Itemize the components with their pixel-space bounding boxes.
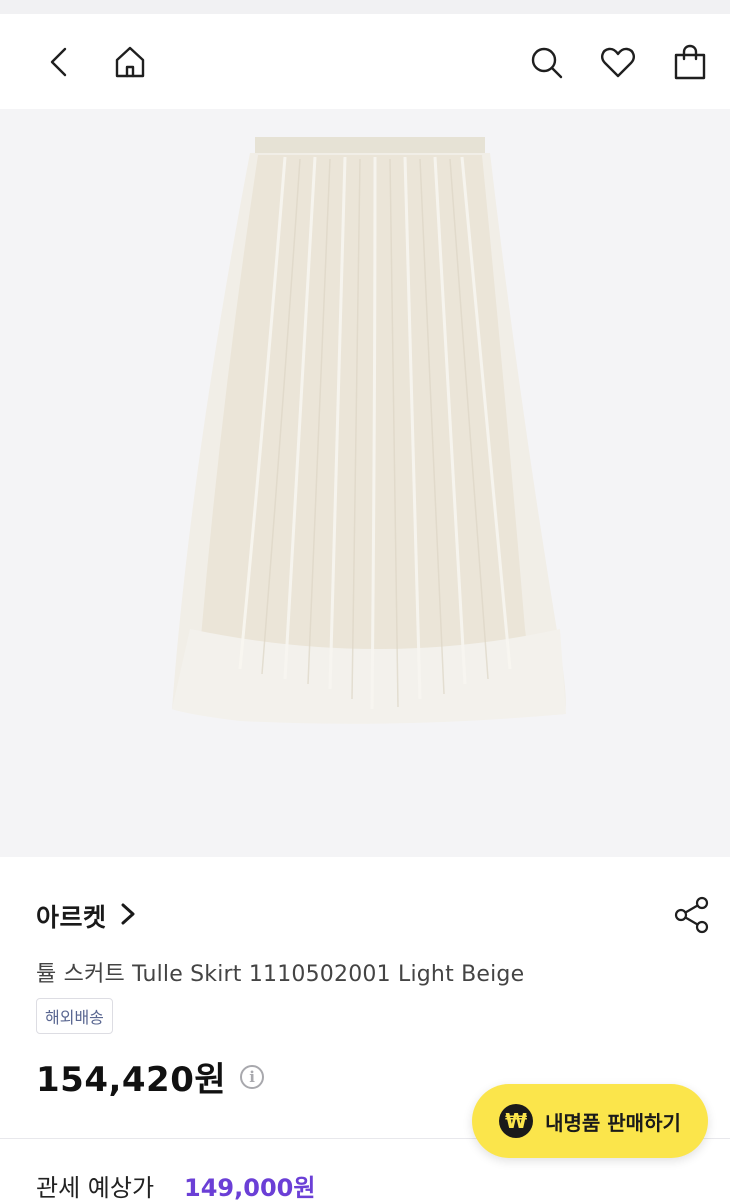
chevron-left-icon xyxy=(41,43,79,85)
share-icon xyxy=(672,896,712,939)
brand-link[interactable]: 아르켓 xyxy=(36,898,139,934)
shopping-bag-icon xyxy=(671,43,709,85)
overseas-shipping-badge: 해외배송 xyxy=(36,998,113,1034)
status-bar xyxy=(0,0,730,15)
price-row: 154,420원 i xyxy=(36,1052,265,1101)
sell-my-item-button[interactable]: ₩ 내명품 판매하기 xyxy=(472,1084,708,1158)
heart-icon xyxy=(599,43,637,85)
home-icon xyxy=(111,43,149,85)
estimated-price-label: 관세 예상가 xyxy=(36,1174,155,1202)
estimated-price-value: 149,000원 xyxy=(184,1174,316,1202)
product-image[interactable] xyxy=(0,109,730,857)
estimated-price-row: 관세 예상가 149,000원 xyxy=(36,1168,315,1203)
search-icon xyxy=(527,43,565,85)
product-price: 154,420원 xyxy=(36,1060,227,1100)
search-button[interactable] xyxy=(524,42,568,86)
product-title: 튤 스커트 Tulle Skirt 1110502001 Light Beige xyxy=(36,962,525,987)
cart-button[interactable] xyxy=(668,42,712,86)
top-navigation-bar xyxy=(0,14,730,109)
wishlist-button[interactable] xyxy=(596,42,640,86)
tulle-skirt-illustration xyxy=(172,137,566,724)
home-button[interactable] xyxy=(108,42,152,86)
sell-button-label: 내명품 판매하기 xyxy=(545,1110,681,1135)
won-icon: ₩ xyxy=(499,1104,534,1138)
info-icon[interactable]: i xyxy=(240,1064,265,1089)
chevron-right-icon xyxy=(117,901,139,931)
brand-name: 아르켓 xyxy=(36,903,107,932)
share-button[interactable] xyxy=(672,895,712,935)
back-button[interactable] xyxy=(38,42,82,86)
